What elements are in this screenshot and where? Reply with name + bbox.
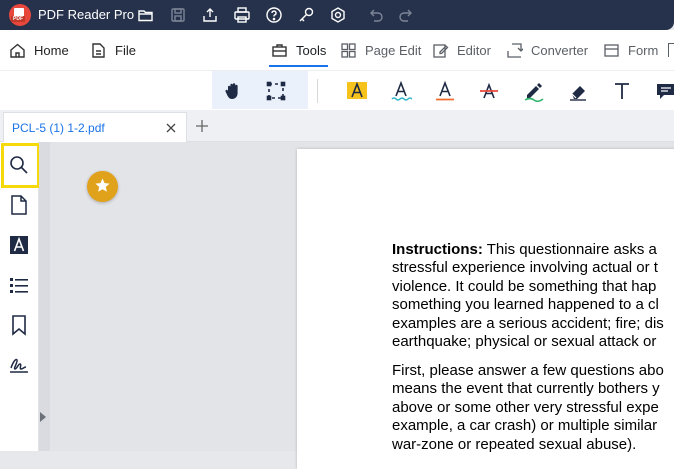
page-grid-icon [341, 42, 356, 58]
text-line: above or some other very stressful expe [392, 398, 659, 416]
menu-home-label: Home [34, 42, 69, 58]
menu-editor[interactable]: Editor [432, 30, 491, 70]
menu-overflow-icon[interactable] [668, 43, 674, 57]
menu-tools-label: Tools [296, 42, 327, 58]
marquee-select-icon[interactable] [265, 80, 287, 102]
document-tab[interactable]: PCL-5 (1) 1-2.pdf [3, 112, 187, 142]
text-line: means the event that currently bothers y [392, 380, 660, 398]
key-icon[interactable] [297, 6, 315, 24]
app-logo-label: PDF [11, 16, 25, 22]
text-line: example, a car crash) or multiple simila… [392, 417, 658, 435]
redo-icon[interactable] [397, 6, 415, 24]
text-line: something you learned happened to a cl [392, 296, 659, 314]
help-icon[interactable] [265, 6, 283, 24]
text-line: violence. It could be something that hap [392, 277, 657, 295]
left-sidebar [0, 142, 39, 451]
text-box-icon[interactable] [611, 80, 633, 102]
bookmark-icon[interactable] [8, 314, 30, 336]
annotation-text-icon[interactable] [8, 234, 30, 256]
edit-icon [433, 43, 449, 58]
eraser-icon[interactable] [567, 80, 589, 102]
star-icon [95, 178, 110, 192]
instructions-paragraph: Instructions: This questionnaire asks a … [392, 241, 674, 351]
toolbar-separator [317, 79, 318, 103]
outline-list-icon[interactable] [8, 274, 30, 296]
hand-icon[interactable] [222, 80, 244, 102]
toolbox-icon [272, 43, 287, 57]
file-icon [92, 42, 105, 58]
document-tab-title: PCL-5 (1) 1-2.pdf [12, 121, 105, 135]
sidebar-collapse-rail[interactable] [39, 142, 50, 451]
menu-tools[interactable]: Tools [271, 30, 326, 70]
text-line: war-zone or repeated sexual abuse). [392, 435, 637, 453]
menu-form[interactable]: Form [603, 30, 658, 70]
text-line: First, please answer a few questions abo [392, 362, 664, 379]
menu-form-label: Form [628, 42, 659, 58]
menu-file-label: File [115, 42, 136, 58]
menu-file[interactable]: File [90, 30, 136, 70]
active-tab-underline [269, 65, 328, 67]
home-icon [10, 43, 25, 58]
menu-converter-label: Converter [531, 42, 589, 58]
favorite-star-button[interactable] [87, 171, 118, 202]
text-line: stressful experience involving actual or… [392, 259, 658, 277]
freehand-pen-icon[interactable] [523, 80, 545, 102]
instructions-label: Instructions: [392, 241, 483, 258]
form-icon [604, 43, 619, 57]
underline-text-icon[interactable] [434, 80, 456, 102]
menu-page-edit[interactable]: Page Edit [340, 30, 421, 70]
pdf-page: Instructions: This questionnaire asks a … [297, 149, 674, 469]
first-question-paragraph: First, please answer a few questions abo… [392, 362, 674, 454]
search-icon[interactable] [8, 154, 30, 176]
note-icon[interactable] [655, 80, 674, 102]
menu-editor-label: Editor [457, 42, 491, 58]
app-title: PDF Reader Pro [38, 7, 135, 22]
undo-icon[interactable] [367, 6, 385, 24]
settings-icon[interactable] [329, 6, 347, 24]
open-folder-icon[interactable] [137, 6, 155, 24]
save-icon[interactable] [169, 6, 187, 24]
text-line: earthquake; physical or sexual attack or [392, 332, 657, 350]
share-icon[interactable] [201, 6, 219, 24]
print-icon[interactable] [233, 6, 251, 24]
thumbnail-page-icon[interactable] [8, 194, 30, 216]
expand-arrow-icon[interactable] [40, 412, 46, 422]
strikethrough-text-icon[interactable] [478, 80, 500, 102]
text-line: This questionnaire asks a [482, 241, 657, 258]
convert-icon [507, 42, 523, 58]
menu-home[interactable]: Home [9, 30, 69, 70]
close-icon[interactable] [164, 121, 178, 135]
menu-converter[interactable]: Converter [506, 30, 588, 70]
highlight-text-icon[interactable] [346, 80, 368, 102]
new-tab-plus-icon[interactable] [194, 118, 210, 134]
app-logo: PDF [9, 4, 31, 26]
signature-icon[interactable] [8, 354, 30, 376]
text-line: examples are a serious accident; fire; d… [392, 314, 664, 332]
menu-page-edit-label: Page Edit [365, 42, 422, 58]
squiggly-text-icon[interactable] [390, 80, 412, 102]
